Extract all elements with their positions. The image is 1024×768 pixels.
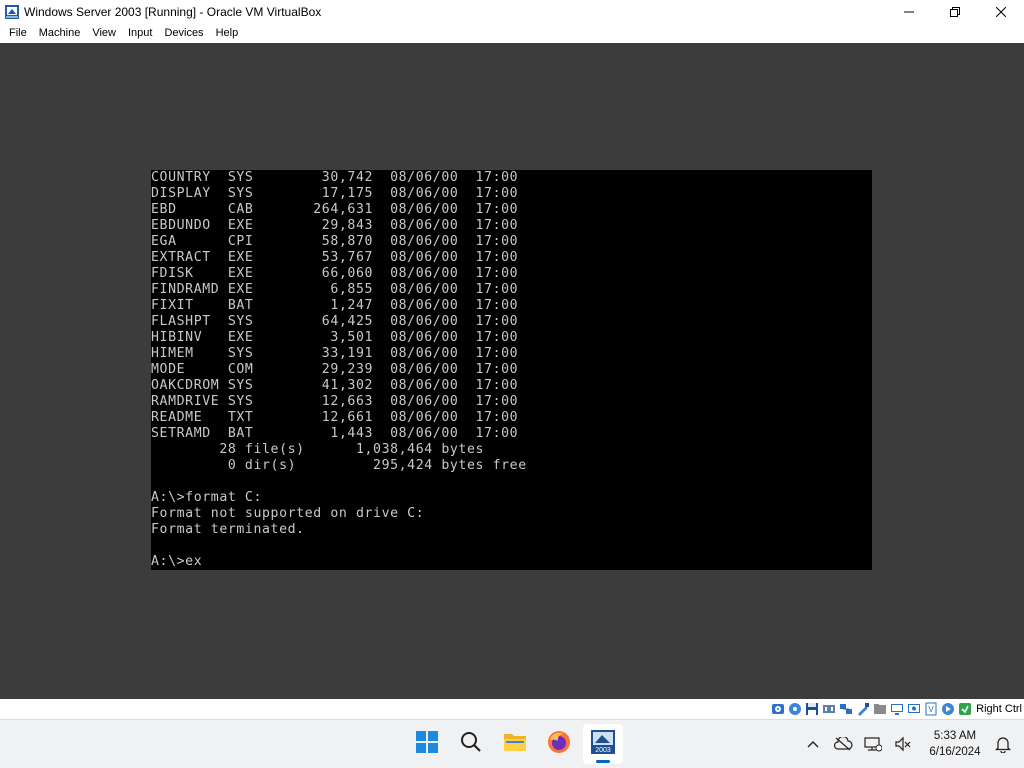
- clock-time: 5:33 AM: [933, 730, 977, 742]
- firefox-icon: [547, 730, 571, 759]
- console-line: HIBINV EXE 3,501 08/06/00 17:00: [151, 330, 519, 345]
- clock-date: 6/16/2024: [929, 746, 981, 758]
- mouse-integration-icon[interactable]: [940, 702, 955, 717]
- console-line: SETRAMD BAT 1,443 08/06/00 17:00: [151, 426, 519, 441]
- menu-devices[interactable]: Devices: [158, 23, 209, 43]
- shared-folders-icon[interactable]: [872, 702, 887, 717]
- console-line: FLASHPT SYS 64,425 08/06/00 17:00: [151, 314, 519, 329]
- title-bar[interactable]: Windows Server 2003 [Running] - Oracle V…: [0, 0, 1024, 23]
- dos-console[interactable]: COUNTRY SYS 30,742 08/06/00 17:00 DISPLA…: [151, 170, 872, 570]
- floppy-icon[interactable]: [804, 702, 819, 717]
- console-line: EBDUNDO EXE 29,843 08/06/00 17:00: [151, 218, 519, 233]
- display-icon[interactable]: [889, 702, 904, 717]
- host-key-label[interactable]: Right Ctrl: [976, 703, 1022, 715]
- network-status-icon[interactable]: [858, 729, 888, 759]
- virtualbox-vm-icon: 2003: [590, 729, 616, 760]
- svg-text:2003: 2003: [595, 747, 611, 754]
- console-error: Format not supported on drive C:: [151, 506, 425, 521]
- console-line: COUNTRY SYS 30,742 08/06/00 17:00: [151, 170, 519, 185]
- console-line: EXTRACT EXE 53,767 08/06/00 17:00: [151, 250, 519, 265]
- virtualbox-vm-button[interactable]: 2003: [583, 724, 623, 764]
- virtualization-icon[interactable]: V: [923, 702, 938, 717]
- menu-help[interactable]: Help: [210, 23, 245, 43]
- console-line: FINDRAMD EXE 6,855 08/06/00 17:00: [151, 282, 519, 297]
- console-line: FIXIT BAT 1,247 08/06/00 17:00: [151, 298, 519, 313]
- window-controls: [886, 0, 1024, 23]
- search-icon: [460, 731, 482, 758]
- show-hidden-icons-chevron-icon[interactable]: [798, 729, 828, 759]
- menu-view[interactable]: View: [86, 23, 122, 43]
- console-line: EBD CAB 264,631 08/06/00 17:00: [151, 202, 519, 217]
- start-button[interactable]: [407, 724, 447, 764]
- console-line: FDISK EXE 66,060 08/06/00 17:00: [151, 266, 519, 281]
- start-icon: [416, 730, 438, 758]
- optical-drive-icon[interactable]: [787, 702, 802, 717]
- network-icon[interactable]: [838, 702, 853, 717]
- cloud-offline-icon[interactable]: [828, 729, 858, 759]
- usb-icon[interactable]: [855, 702, 870, 717]
- close-button[interactable]: [978, 0, 1024, 23]
- firefox-button[interactable]: [539, 724, 579, 764]
- console-line: OAKCDROM SYS 41,302 08/06/00 17:00: [151, 378, 519, 393]
- menu-file[interactable]: File: [3, 23, 33, 43]
- console-summary-dirs: 0 dir(s) 295,424 bytes free: [151, 458, 527, 473]
- vm-status-bar: V Right Ctrl: [0, 699, 1024, 719]
- volume-muted-icon[interactable]: [888, 729, 918, 759]
- console-line: EGA CPI 58,870 08/06/00 17:00: [151, 234, 519, 249]
- console-prompt[interactable]: A:\>ex: [151, 554, 202, 570]
- notification-bell-icon[interactable]: [988, 729, 1018, 759]
- console-summary-files: 28 file(s) 1,038,464 bytes: [151, 442, 485, 457]
- console-line: HIMEM SYS 33,191 08/06/00 17:00: [151, 346, 519, 361]
- file-explorer-icon: [503, 731, 527, 758]
- windows-taskbar: 2003 5:33 AM 6/16/2024: [0, 719, 1024, 768]
- file-explorer-button[interactable]: [495, 724, 535, 764]
- active-app-indicator: [596, 760, 610, 763]
- window-title: Windows Server 2003 [Running] - Oracle V…: [24, 4, 322, 19]
- svg-text:V: V: [928, 705, 934, 714]
- keyboard-icon[interactable]: [957, 702, 972, 717]
- video-capture-icon[interactable]: [906, 702, 921, 717]
- console-line: RAMDRIVE SYS 12,663 08/06/00 17:00: [151, 394, 519, 409]
- menu-input[interactable]: Input: [122, 23, 158, 43]
- hard-disk-icon[interactable]: [770, 702, 785, 717]
- system-tray: 5:33 AM 6/16/2024: [798, 720, 1024, 768]
- maximize-button[interactable]: [932, 0, 978, 23]
- audio-icon[interactable]: [821, 702, 836, 717]
- console-line: DISPLAY SYS 17,175 08/06/00 17:00: [151, 186, 519, 201]
- taskbar-clock[interactable]: 5:33 AM 6/16/2024: [922, 728, 988, 760]
- minimize-button[interactable]: [886, 0, 932, 23]
- vm-display-area[interactable]: COUNTRY SYS 30,742 08/06/00 17:00 DISPLA…: [0, 43, 1024, 699]
- virtualbox-icon: [4, 4, 20, 20]
- console-line: MODE COM 29,239 08/06/00 17:00: [151, 362, 519, 377]
- menu-machine[interactable]: Machine: [33, 23, 87, 43]
- console-command: A:\>format C:: [151, 490, 263, 505]
- console-message: Format terminated.: [151, 522, 305, 537]
- console-line: README TXT 12,661 08/06/00 17:00: [151, 410, 519, 425]
- search-button[interactable]: [451, 724, 491, 764]
- menu-bar: File Machine View Input Devices Help: [0, 23, 1024, 43]
